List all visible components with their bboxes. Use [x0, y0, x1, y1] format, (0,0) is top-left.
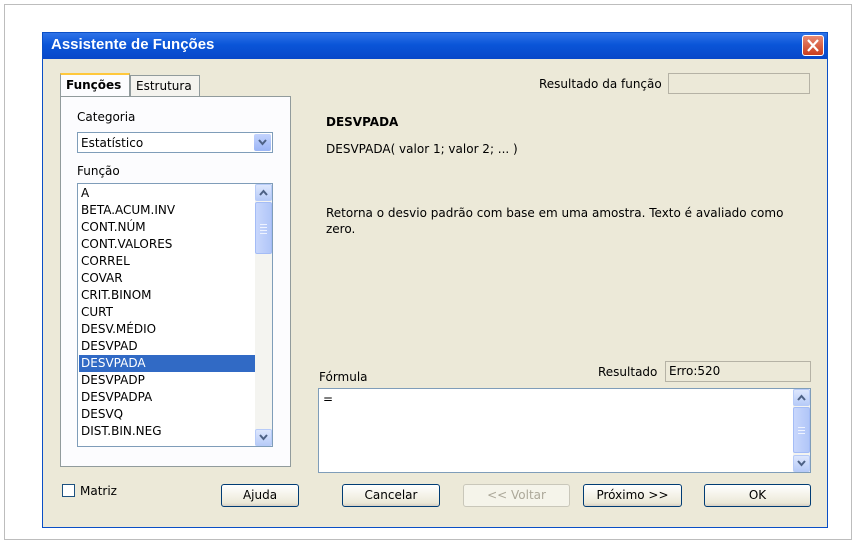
category-dropdown-button[interactable] [254, 134, 271, 151]
function-syntax: DESVPADA( valor 1; valor 2; ... ) [326, 142, 518, 156]
list-item[interactable]: DESVPADPA [79, 389, 256, 406]
formula-scrollbar[interactable] [793, 389, 810, 472]
tab-structure-label: Estrutura [136, 79, 192, 93]
function-list[interactable]: A BETA.ACUM.INV CONT.NÚM CONT.VALORES CO… [77, 183, 273, 447]
next-button[interactable]: Próximo >> [583, 484, 682, 507]
category-value: Estatístico [81, 136, 144, 150]
matrix-label: Matriz [80, 484, 117, 498]
function-list-scrollbar[interactable] [255, 184, 272, 446]
list-item[interactable]: DESVPADP [79, 372, 256, 389]
chevron-up-icon [797, 394, 806, 401]
list-item[interactable]: CORREL [79, 253, 256, 270]
functions-tab-panel: Categoria Estatístico Função A BETA.ACUM… [60, 96, 291, 467]
list-item[interactable]: DESVQ [79, 406, 256, 423]
list-item[interactable]: BETA.ACUM.INV [79, 202, 256, 219]
list-item[interactable]: DIST.BIN.NEG [79, 423, 256, 440]
formula-label: Fórmula [319, 370, 368, 384]
list-item[interactable]: DESVPAD [79, 338, 256, 355]
matrix-checkbox[interactable] [62, 484, 75, 497]
ok-button[interactable]: OK [704, 484, 811, 507]
category-select[interactable]: Estatístico [77, 132, 273, 153]
tab-structure[interactable]: Estrutura [130, 75, 200, 96]
tab-functions-label: Funções [66, 78, 122, 92]
scroll-up-button[interactable] [793, 389, 810, 406]
scroll-thumb[interactable] [255, 202, 272, 254]
help-button[interactable]: Ajuda [221, 484, 299, 507]
scroll-thumb[interactable] [793, 407, 810, 453]
category-label: Categoria [77, 110, 136, 124]
window-title: Assistente de Funções [51, 36, 215, 53]
list-item[interactable]: DESV.MÉDIO [79, 321, 256, 338]
back-button[interactable]: << Voltar [463, 484, 570, 507]
list-item-selected[interactable]: DESVPADA [79, 355, 256, 372]
scroll-down-button[interactable] [255, 429, 272, 446]
scroll-up-button[interactable] [255, 184, 272, 201]
function-label: Função [77, 164, 120, 178]
chevron-down-icon [259, 434, 268, 441]
cancel-button[interactable]: Cancelar [342, 484, 440, 507]
list-item[interactable]: CRIT.BINOM [79, 287, 256, 304]
function-result-label: Resultado da função [539, 77, 662, 91]
result-field: Erro:520 [665, 361, 811, 382]
tab-functions[interactable]: Funções [60, 73, 130, 97]
formula-input[interactable]: = [318, 388, 811, 473]
title-bar[interactable]: Assistente de Funções [43, 33, 827, 59]
function-wizard-dialog: Assistente de Funções Funções Estrutura … [43, 33, 827, 527]
list-item[interactable]: A [79, 185, 256, 202]
chevron-down-icon [258, 139, 267, 146]
chevron-down-icon [797, 460, 806, 467]
scroll-down-button[interactable] [793, 455, 810, 472]
function-name: DESVPADA [326, 115, 399, 129]
chevron-up-icon [259, 189, 268, 196]
function-description: Retorna o desvio padrão com base em uma … [326, 206, 784, 236]
list-item[interactable]: COVAR [79, 270, 256, 287]
formula-text: = [323, 392, 334, 406]
list-item[interactable]: CONT.VALORES [79, 236, 256, 253]
list-item[interactable]: CURT [79, 304, 256, 321]
result-label: Resultado [598, 365, 658, 379]
list-item[interactable]: CONT.NÚM [79, 219, 256, 236]
close-button[interactable] [802, 35, 824, 56]
function-result-field [668, 73, 810, 94]
close-icon [807, 39, 819, 52]
